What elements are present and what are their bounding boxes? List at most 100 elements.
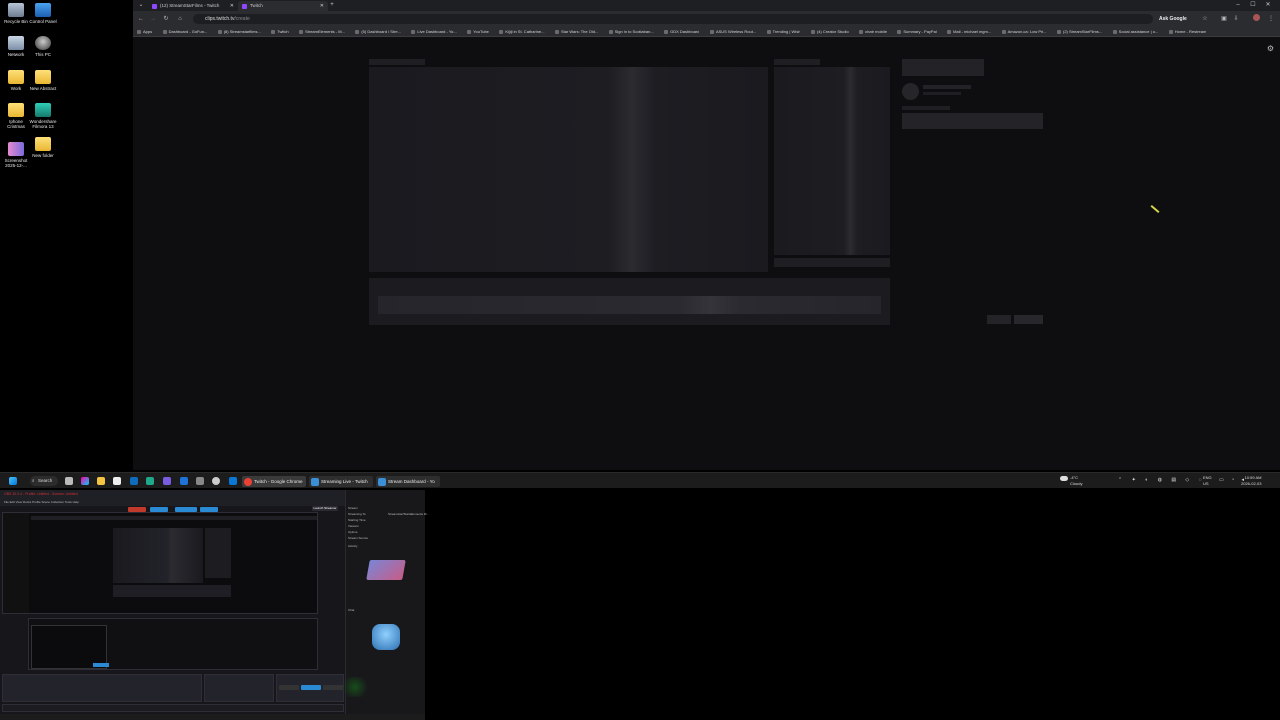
bookmark-item[interactable]: (4) Creator Studio [810, 27, 849, 36]
reload-icon[interactable]: ↻ [161, 14, 171, 24]
bookmark-item[interactable]: GDX Dashboard [664, 27, 699, 36]
file-explorer-icon[interactable] [97, 477, 105, 485]
bookmark-item[interactable]: Home - Restream [1168, 27, 1206, 36]
bookmark-item[interactable]: Mail - michael mgm... [947, 27, 991, 36]
bookmark-item[interactable]: chatr mobile [859, 27, 887, 36]
skeleton-button [1014, 315, 1043, 324]
app-icon[interactable] [180, 477, 188, 485]
forward-icon[interactable]: → [148, 14, 158, 24]
bookmark-item[interactable]: Dashboard - GoFun... [162, 27, 207, 36]
bookmark-item[interactable]: Twitch [271, 27, 289, 36]
home-icon[interactable]: ⌂ [175, 14, 185, 24]
app-icon[interactable] [229, 477, 237, 485]
taskbar: ⌕ Search Twitch - Google Chrome Streaming… [0, 472, 1280, 488]
taskbar-window-chrome[interactable]: Twitch - Google Chrome [242, 476, 306, 487]
gear-icon[interactable]: ⚙ [1267, 44, 1274, 53]
weather-widget[interactable]: -4°C Cloudy [1060, 475, 1082, 487]
desktop-icon-filmora[interactable]: Wondershare Filmora 13 [27, 103, 59, 129]
address-bar[interactable]: clips.twitch.tv/create [193, 14, 1153, 24]
bookmark-item[interactable]: StreamElements - M... [299, 27, 345, 36]
tray-icons[interactable]: ⌃ ✦ ◐ ◍ ▤ ◇ ◌ [1118, 477, 1206, 483]
taskbar-window-streaming[interactable]: Streaming Live - Twitch [309, 476, 373, 487]
bookmark-item[interactable]: Star Wars: The Old... [554, 27, 598, 36]
desktop-icon-new-folder[interactable]: New folder [27, 137, 59, 158]
taskbar-search[interactable]: ⌕ Search [30, 476, 58, 486]
bookmark-item[interactable]: Apps [137, 27, 152, 36]
task-view-icon[interactable] [65, 477, 73, 485]
skeleton-video-player [369, 67, 768, 272]
copilot-icon[interactable] [81, 477, 89, 485]
bookmark-item[interactable]: (5) Dashboard / Stre... [355, 27, 401, 36]
mini-side-skeleton [205, 528, 231, 578]
minimize-button[interactable]: – [1231, 0, 1245, 11]
skeleton-header-block [902, 59, 984, 76]
url-host: clips.twitch.tv [205, 16, 235, 22]
bookmark-item[interactable]: (2) StreamStarFilms... [1057, 27, 1102, 36]
menu-icon[interactable]: ⋮ [1266, 14, 1276, 24]
windows-start-icon[interactable] [9, 477, 17, 485]
taskbar-window-dashboard[interactable]: Stream Dashboard - Yo [376, 476, 440, 487]
desktop-icon-control-panel[interactable]: Control Panel [27, 3, 59, 24]
edge-icon[interactable] [146, 477, 154, 485]
folder-icon [35, 70, 51, 84]
laptop-illustration-icon [366, 560, 406, 580]
obs-menu-bar: File Edit View Docks Profile Scene Colle… [0, 499, 345, 506]
new-tab-button[interactable]: + [325, 0, 339, 11]
mini-timeline-skeleton [113, 585, 231, 597]
bookmark-item[interactable]: Live Dashboard - Yo... [411, 27, 457, 36]
obs-control-button[interactable] [301, 685, 321, 690]
obs-preview [2, 512, 318, 614]
bookmark-item[interactable]: Amazon.ca: Low Pri... [1001, 27, 1047, 36]
desktop-icon-label: Control Panel [29, 19, 57, 24]
close-tab-icon[interactable]: ✕ [320, 1, 324, 11]
obs-status-bar [2, 704, 344, 712]
recycle-bin-icon [8, 3, 24, 17]
settings-icon[interactable] [196, 477, 204, 485]
url-path: /create [234, 16, 250, 22]
close-tab-icon[interactable]: ✕ [230, 1, 234, 11]
bookmark-item[interactable]: (8) Streamstarfilms... [217, 27, 261, 36]
bookmark-item[interactable]: Social assistance | o... [1112, 27, 1158, 36]
tab-streamstarfilms[interactable]: (12) StreamStarFilms - Twitch ✕ [148, 1, 238, 11]
desktop-icon-new-abstract[interactable]: New Abstract [27, 70, 59, 91]
obs-control-button[interactable] [279, 685, 299, 690]
obs-scene-preview [28, 618, 318, 670]
bookmark-star-icon[interactable]: ☆ [1200, 14, 1210, 24]
close-window-button[interactable]: ✕ [1261, 0, 1275, 11]
bookmark-item[interactable]: ASUS Wireless Rout... [709, 27, 756, 36]
dock-label: Viewers [348, 524, 359, 528]
mail-icon[interactable] [130, 477, 138, 485]
downloads-icon[interactable]: ⇩ [1231, 14, 1241, 24]
dock-label: Stream Source [348, 536, 369, 540]
language-indicator[interactable]: ENG US [1203, 475, 1212, 487]
tab-search-icon[interactable]: ⌄ [136, 0, 146, 11]
back-icon[interactable]: ← [136, 14, 146, 24]
extensions-icon[interactable]: ▣ [1219, 14, 1229, 24]
bookmark-item[interactable]: YouTube [467, 27, 489, 36]
maximize-button[interactable]: ☐ [1246, 0, 1260, 11]
app-icon[interactable] [163, 477, 171, 485]
obs-controls-panel [276, 674, 344, 702]
bookmark-item[interactable]: Kijiji in St. Catharine... [499, 27, 545, 36]
region-label: US [1203, 481, 1209, 486]
clock-date: 2026-02-03 [1241, 481, 1262, 486]
desktop-icon-label: Wondershare Filmora 13 [29, 119, 57, 129]
profile-avatar-icon[interactable] [1251, 14, 1261, 24]
ask-google-button[interactable]: Ask Google [1159, 14, 1187, 24]
clock[interactable]: 10:59 AM 2026-02-03 [1241, 475, 1261, 487]
tab-twitch[interactable]: Twitch ✕ [238, 1, 328, 11]
app-icon[interactable] [212, 477, 220, 485]
desktop-icon-this-pc[interactable]: This PC [27, 36, 59, 57]
desktop-icon-label: This PC [34, 52, 51, 57]
twitch-favicon-icon [242, 4, 247, 9]
store-icon[interactable] [113, 477, 121, 485]
obs-launch-button[interactable]: Launch Streamer [312, 506, 338, 511]
bookmark-item[interactable]: Summary - PayPal [897, 27, 937, 36]
bookmark-item[interactable]: Sign in to Scotiaban... [608, 27, 654, 36]
bookmark-item[interactable]: Trending | Wish [766, 27, 800, 36]
second-monitor-taskbar [0, 714, 425, 720]
dock-stream-to: Streamstar/StarsElements M... [388, 512, 429, 516]
bookmarks-bar: Apps Dashboard - GoFun... (8) Streamstar… [133, 27, 1280, 37]
desktop-icon-label: New Abstract [29, 86, 57, 91]
folder-icon [8, 103, 24, 117]
